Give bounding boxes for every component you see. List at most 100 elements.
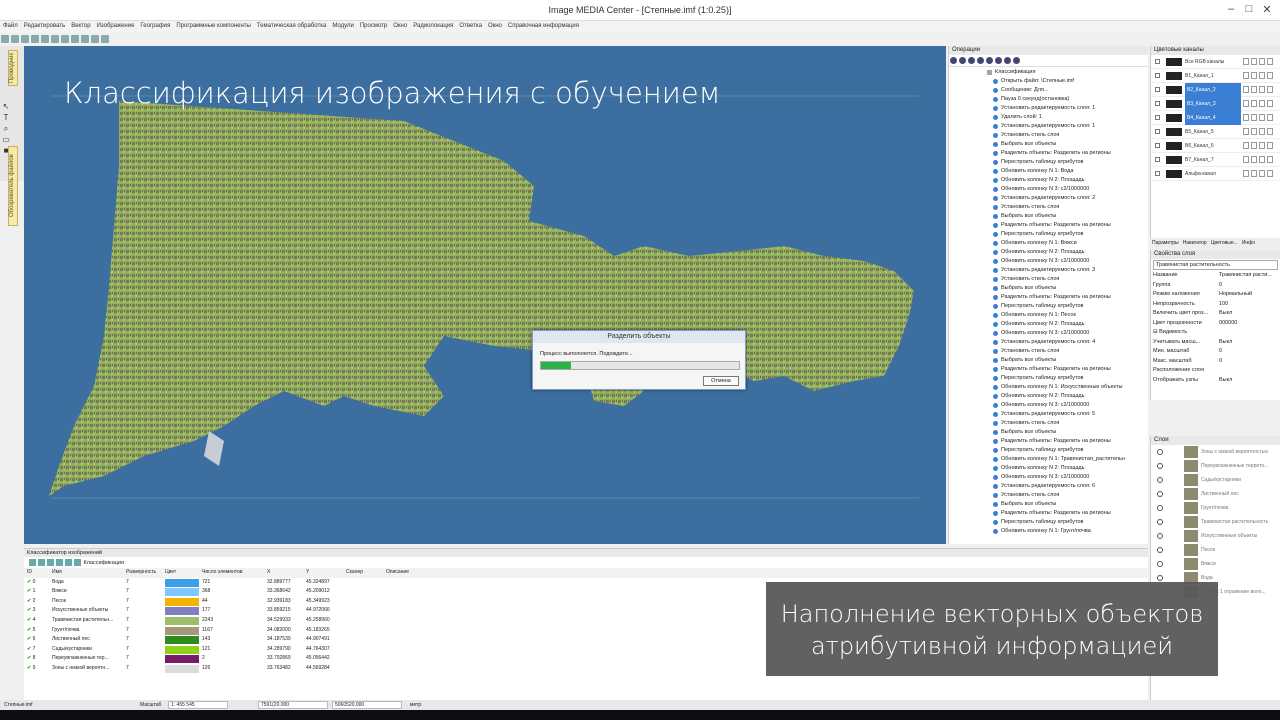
channel-checkbox[interactable] [1155, 59, 1160, 64]
operation-item[interactable]: Перестроить таблицу атрибутов [949, 446, 1139, 455]
menu-item[interactable]: Ответка [456, 21, 485, 31]
operation-item[interactable]: Установить редактируемость слоя: 1 [949, 122, 1139, 131]
channel-toggle[interactable] [1243, 170, 1249, 177]
cut-icon[interactable] [51, 35, 59, 43]
channel-toggle[interactable] [1259, 86, 1265, 93]
column-header[interactable]: Цвет [165, 568, 199, 578]
class-color-swatch[interactable] [165, 597, 199, 606]
redo-icon[interactable] [41, 35, 49, 43]
class-color-swatch[interactable] [165, 616, 199, 625]
right-tab[interactable]: Навигатор [1181, 238, 1209, 248]
eye-icon[interactable] [1157, 505, 1163, 511]
layer-row[interactable]: Песок [1151, 543, 1280, 557]
property-row[interactable]: Группа 0 [1151, 281, 1280, 291]
channel-row[interactable]: B4_Канал_4 [1151, 111, 1280, 125]
operation-item[interactable]: Установить редактируемость слоя: 4 [949, 338, 1139, 347]
operation-item[interactable]: Обновить колонку N 2: Площадь [949, 392, 1139, 401]
close-icon[interactable]: ✕ [1260, 3, 1274, 17]
operation-item[interactable]: Обновить колонку N 2: Площадь [949, 248, 1139, 257]
operation-item[interactable]: Установить редактируемость слоя: 6 [949, 482, 1139, 491]
channel-toggle[interactable] [1267, 86, 1273, 93]
channel-toggle[interactable] [1259, 128, 1265, 135]
class-color-swatch[interactable] [165, 664, 199, 673]
class-color-swatch[interactable] [165, 655, 199, 664]
operation-item[interactable]: Открыть файл: \Степные.imf [949, 77, 1139, 86]
help-icon[interactable] [91, 35, 99, 43]
operation-item[interactable]: Разделить объекты: Разделить на регионы [949, 509, 1139, 518]
operation-item[interactable]: Перестроить таблицу атрибутов [949, 374, 1139, 383]
operation-item[interactable]: Установить стиль слоя [949, 491, 1139, 500]
copy-icon[interactable] [61, 35, 69, 43]
channel-row[interactable]: B3_Канал_3 [1151, 97, 1280, 111]
channel-checkbox[interactable] [1155, 171, 1160, 176]
menu-item[interactable]: Справочная информация [505, 21, 582, 31]
column-header[interactable]: Описание [386, 568, 426, 578]
column-header[interactable]: ID [27, 568, 37, 578]
menu-item[interactable]: Окно [390, 21, 410, 31]
cancel-button[interactable]: Отмена [703, 376, 739, 386]
layer-row[interactable]: Вяжси [1151, 557, 1280, 571]
property-row[interactable]: Название Травянистая расти... [1151, 271, 1280, 281]
channel-row[interactable]: Альфа-канал [1151, 167, 1280, 181]
operation-item[interactable]: Перестроить таблицу атрибутов [949, 158, 1139, 167]
eye-icon[interactable] [1157, 519, 1163, 525]
operation-item[interactable]: Обновить колонку N 1: Вяжси [949, 239, 1139, 248]
settings-icon[interactable] [47, 559, 54, 566]
class-color-swatch[interactable] [165, 645, 199, 654]
save-icon[interactable] [21, 35, 29, 43]
delete-icon[interactable] [995, 57, 1002, 64]
menu-item[interactable]: География [137, 21, 173, 31]
operation-item[interactable]: Обновить колонку N 1: Травянистая_растит… [949, 455, 1139, 464]
operation-item[interactable]: Выбрать все объекты [949, 500, 1139, 509]
channel-toggle[interactable] [1243, 72, 1249, 79]
paste-icon[interactable] [71, 35, 79, 43]
eye-icon[interactable] [1157, 491, 1163, 497]
operation-item[interactable]: Выбрать все объекты [949, 356, 1139, 365]
channel-toggle[interactable] [1259, 100, 1265, 107]
channel-checkbox[interactable] [1155, 101, 1160, 106]
operation-item[interactable]: Перестроить таблицу атрибутов [949, 518, 1139, 527]
property-row[interactable]: Макс. масштаб 0 [1151, 357, 1280, 367]
menu-item[interactable]: Изображение [94, 21, 138, 31]
operation-item[interactable]: Обновить колонку N 2: Площадь [949, 464, 1139, 473]
layer-row[interactable]: Грунт/почва [1151, 501, 1280, 515]
menu-item[interactable]: Тематическая обработка [254, 21, 330, 31]
operation-item[interactable]: Разделить объекты: Разделить на регионы [949, 149, 1139, 158]
menu-item[interactable]: Окно [485, 21, 505, 31]
eye-icon[interactable] [1157, 561, 1163, 567]
operation-item[interactable]: Удалить слой: 1 [949, 113, 1139, 122]
channel-toggle[interactable] [1243, 114, 1249, 121]
operation-item[interactable]: Обновить колонку N 3: c2/1000000 [949, 185, 1139, 194]
operation-item[interactable]: Установить редактируемость слоя: 5 [949, 410, 1139, 419]
operation-item[interactable]: Обновить колонку N 3: c2/1000000 [949, 329, 1139, 338]
column-header[interactable]: Сканер [346, 568, 386, 578]
operation-item[interactable]: Обновить колонку N 1: Вода [949, 167, 1139, 176]
channel-toggle[interactable] [1267, 114, 1273, 121]
text-tool-icon[interactable]: T [2, 114, 10, 122]
operation-item[interactable]: Обновить колонку N 1: Грунт/почва [949, 527, 1139, 534]
layer-row[interactable]: Зоны с низкой вероятностью [1151, 445, 1280, 459]
channel-toggle[interactable] [1267, 128, 1273, 135]
eye-icon[interactable] [1157, 449, 1163, 455]
channel-toggle[interactable] [1243, 86, 1249, 93]
minimize-icon[interactable]: – [1224, 3, 1238, 17]
map-view[interactable]: Классификация изображения с обучением [24, 46, 946, 544]
new-file-icon[interactable] [1, 35, 9, 43]
channel-toggle[interactable] [1267, 170, 1273, 177]
channel-toggle[interactable] [1267, 142, 1273, 149]
property-row[interactable]: Цвет прозрачности 000000 [1151, 319, 1280, 329]
layer-row[interactable]: Травянистая растительность [1151, 515, 1280, 529]
tab-explorer[interactable]: Проводник [8, 50, 18, 86]
property-row[interactable]: Непрозрачность 100 [1151, 300, 1280, 310]
operation-item[interactable]: Обновить колонку N 2: Площадь [949, 320, 1139, 329]
operation-item[interactable]: Выбрать все объекты [949, 212, 1139, 221]
print-icon[interactable] [81, 35, 89, 43]
undo-icon[interactable] [31, 35, 39, 43]
run-icon[interactable] [950, 57, 957, 64]
eye-icon[interactable] [1157, 533, 1163, 539]
step-icon[interactable] [977, 57, 984, 64]
property-row[interactable]: Включить цвет проз... Выкл [1151, 309, 1280, 319]
add-icon[interactable] [986, 57, 993, 64]
zoom-icon[interactable]: ⌕ [2, 125, 10, 133]
channel-row[interactable]: B5_Канал_5 [1151, 125, 1280, 139]
